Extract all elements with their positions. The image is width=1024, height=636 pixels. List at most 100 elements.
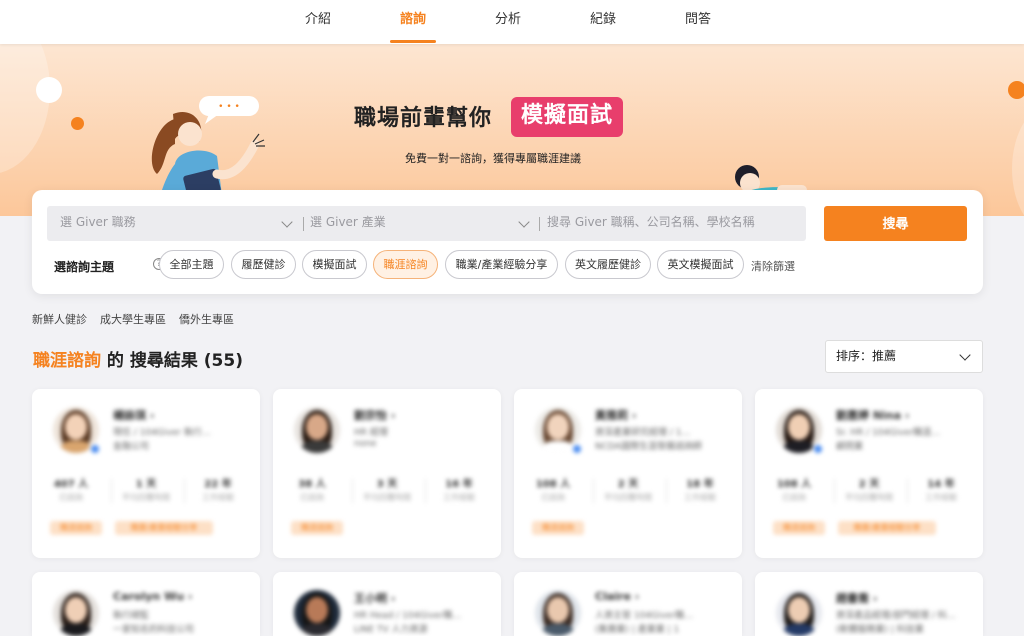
topic-chip-all[interactable]: 全部主題 xyxy=(159,250,224,279)
giver-company: none xyxy=(354,439,377,449)
giver-company: 金融公司 xyxy=(113,442,150,452)
divider xyxy=(425,479,426,503)
stat-value: 407 人 xyxy=(53,479,89,490)
stat-label: 平均回覆時間 xyxy=(604,493,652,502)
sort-select[interactable]: 排序：推薦 xyxy=(825,340,983,373)
stat-value: 38 人 xyxy=(298,479,326,490)
job-select[interactable]: 選 Giver 職務 xyxy=(60,206,290,241)
search-bar: 選 Giver 職務 選 Giver 產業 搜尋 Giver 職稱、公司名稱、學… xyxy=(47,206,806,241)
divider xyxy=(352,479,353,503)
avatar xyxy=(294,590,340,636)
chevron-down-icon xyxy=(959,349,971,361)
clear-filter-link[interactable]: 清除篩選 xyxy=(751,258,795,274)
decor-circle xyxy=(36,77,62,103)
divider xyxy=(907,479,908,503)
giver-title: Sr. HR / 104Giver職涯… xyxy=(836,428,941,438)
avatar xyxy=(776,590,822,636)
giver-card[interactable]: 楊詠琪 › 現任 / 104Giver 執行… 金融公司 407 人 已諮詢 1… xyxy=(32,389,260,558)
tab-records[interactable]: 紀錄 xyxy=(573,0,633,44)
giver-card[interactable]: Claire › 人資主管 104Giver職… (集團業) | 產業業 | 1 xyxy=(514,572,742,636)
stat-label: 工作經驗 xyxy=(925,493,957,502)
topic-tag: 職業/產業經驗分享 xyxy=(115,521,213,535)
giver-name: 楊詠琪 › xyxy=(113,409,155,422)
divider xyxy=(834,479,835,503)
quick-link-overseas[interactable]: 僑外生專區 xyxy=(179,311,234,327)
giver-card[interactable]: 劉宗怡 › HR 經理 none 38 人 已諮詢 3 天 平均回覆時間 16 … xyxy=(273,389,501,558)
stat-label: 工作經驗 xyxy=(684,493,716,502)
giver-card[interactable]: 趙書喬 › 資深產品經理/部門經理 / 科… (軟體服務業) | 科技業 xyxy=(755,572,983,636)
decor-dot xyxy=(1008,81,1024,99)
giver-card[interactable]: 王小明 › HR Head / 104Giver職… LINE TV 人力資源 xyxy=(273,572,501,636)
stat-value: 2 天 xyxy=(617,479,639,490)
decor-arc xyxy=(1012,104,1024,216)
verified-badge xyxy=(89,443,101,455)
giver-company: 一家知名的科技公司 xyxy=(113,625,195,635)
stat-label: 工作經驗 xyxy=(443,493,475,502)
stat-value: 108 人 xyxy=(535,479,571,490)
giver-title: HR 經理 xyxy=(354,428,388,438)
stat-value: 14 年 xyxy=(927,479,955,490)
decor-blob xyxy=(0,44,50,174)
quick-link-ncku[interactable]: 成大學生專區 xyxy=(100,311,166,327)
search-panel: 選 Giver 職務 選 Giver 產業 搜尋 Giver 職稱、公司名稱、學… xyxy=(32,190,983,294)
speech-bubble-text: • • • xyxy=(218,102,240,112)
topic-chip-en-interview[interactable]: 英文模擬面試 xyxy=(657,250,744,279)
topic-tag: 職涯諮詢 xyxy=(50,521,102,535)
giver-title: 人資主管 104Giver職… xyxy=(595,611,694,621)
chevron-down-icon xyxy=(518,216,530,228)
keyword-search-input[interactable]: 搜尋 Giver 職稱、公司名稱、學校名稱 xyxy=(547,206,797,241)
giver-card[interactable]: 黃雅莉 › 資深產業研究經理 / 1… NCDA國際生涯發展諮詢師 108 人 … xyxy=(514,389,742,558)
giver-name: 王小明 › xyxy=(354,592,396,605)
results-heading: 職涯諮詢 的 搜尋結果 (55) xyxy=(33,346,243,371)
tab-analysis[interactable]: 分析 xyxy=(478,0,538,44)
stat-value: 18 年 xyxy=(686,479,714,490)
divider xyxy=(539,217,540,231)
topic-chip-en-resume[interactable]: 英文履歷健診 xyxy=(565,250,651,279)
industry-select[interactable]: 選 Giver 產業 xyxy=(310,206,520,241)
topic-filter-row: 選諮詢主題 ? 全部主題 履歷健診 模擬面試 職涯諮詢 職業/產業經驗分享 英文… xyxy=(32,250,983,280)
topic-label: 選諮詢主題 xyxy=(54,260,115,274)
top-nav: 介紹 諮詢 分析 紀錄 問答 xyxy=(0,0,1024,44)
divider xyxy=(666,479,667,503)
giver-company: (軟體服務業) | 科技業 xyxy=(836,625,924,635)
quick-link-fresh[interactable]: 新鮮人健診 xyxy=(32,311,87,327)
divider xyxy=(111,479,112,503)
search-button[interactable]: 搜尋 xyxy=(824,206,967,241)
topic-chip-mock-interview[interactable]: 模擬面試 xyxy=(302,250,367,279)
stat-label: 平均回覆時間 xyxy=(122,493,170,502)
topic-tag: 職涯諮詢 xyxy=(291,521,343,535)
giver-name: 趙書喬 › xyxy=(836,592,878,605)
tab-intro[interactable]: 介紹 xyxy=(288,0,348,44)
tab-qa[interactable]: 問答 xyxy=(668,0,728,44)
giver-company: NCDA國際生涯發展諮詢師 xyxy=(595,442,702,452)
topic-tag: 職涯諮詢 xyxy=(532,521,584,535)
topic-chip-career[interactable]: 職涯諮詢 xyxy=(373,250,438,279)
topic-chip-resume[interactable]: 履歷健診 xyxy=(231,250,296,279)
giver-title: 資深產業研究經理 / 1… xyxy=(595,428,691,438)
giver-company: (集團業) | 產業業 | 1 xyxy=(595,625,680,635)
stat-label: 已諮詢 xyxy=(782,493,806,502)
giver-title: 現任 / 104Giver 執行… xyxy=(113,428,211,438)
verified-badge xyxy=(571,443,583,455)
tab-consult[interactable]: 諮詢 xyxy=(383,0,443,44)
giver-company: 顧問業 xyxy=(836,442,864,452)
giver-company: LINE TV 人力資源 xyxy=(354,625,428,635)
stat-label: 已諮詢 xyxy=(300,493,324,502)
decor-dot xyxy=(71,117,84,130)
giver-card[interactable]: 劉惠婷 Nina › Sr. HR / 104Giver職涯… 顧問業 108 … xyxy=(755,389,983,558)
topic-chip-experience[interactable]: 職業/產業經驗分享 xyxy=(445,250,558,279)
stat-label: 已諮詢 xyxy=(59,493,83,502)
results-count: 搜尋結果 (55) xyxy=(129,351,243,371)
stat-value: 16 年 xyxy=(445,479,473,490)
hero-highlight: 模擬面試 xyxy=(511,97,624,137)
divider xyxy=(303,217,304,231)
hero-subtitle: 免費一對一諮詢，獲得專屬職涯建議 xyxy=(405,152,581,165)
giver-name: 劉宗怡 › xyxy=(354,409,396,422)
avatar xyxy=(53,590,99,636)
stat-value: 2 天 xyxy=(858,479,880,490)
giver-card[interactable]: Carolyn Wu › 執行總監 一家知名的科技公司 xyxy=(32,572,260,636)
avatar xyxy=(535,590,581,636)
stat-label: 工作經驗 xyxy=(202,493,234,502)
stat-value: 1 天 xyxy=(135,479,157,490)
giver-name: 劉惠婷 Nina › xyxy=(836,409,910,422)
